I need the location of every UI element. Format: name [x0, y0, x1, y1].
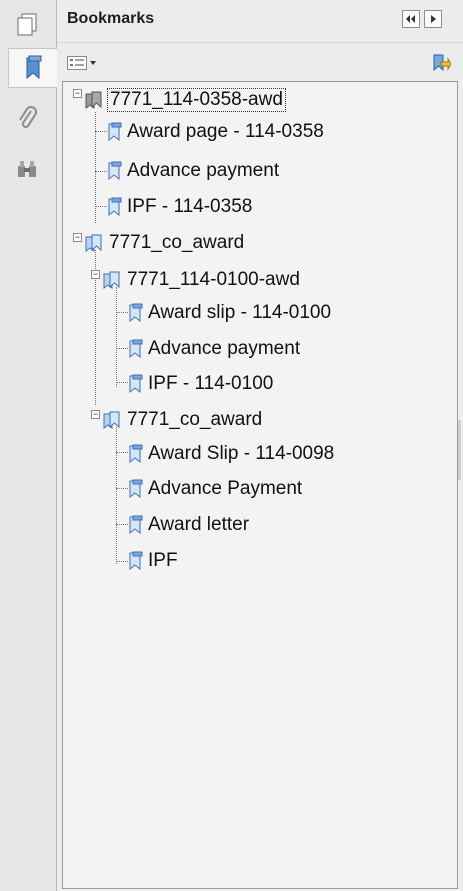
- tree-connector: [95, 171, 107, 172]
- bookmark-item-group[interactable]: 7771_114-0358-awd: [85, 84, 286, 116]
- panel-header: Bookmarks: [57, 0, 463, 43]
- bookmark-label: IPF - 114-0100: [148, 373, 274, 394]
- collapse-toggle[interactable]: −: [91, 270, 100, 279]
- bookmark-item[interactable]: IPF: [128, 545, 178, 577]
- bookmark-icon: [129, 303, 143, 323]
- bookmark-label: IPF - 114-0358: [127, 196, 253, 217]
- bookmark-icon: [129, 374, 143, 394]
- bookmark-icon: [129, 551, 143, 571]
- collapse-toggle[interactable]: −: [73, 89, 82, 98]
- panel-resize-handle[interactable]: [458, 420, 461, 480]
- bookmark-icon: [108, 122, 122, 142]
- bookmark-label: 7771_co_award: [127, 409, 263, 430]
- tree-connector: [116, 312, 128, 313]
- bookmark-icon: [108, 197, 122, 217]
- tree-connector: [116, 524, 128, 525]
- attachments-icon[interactable]: [8, 100, 46, 138]
- chevron-down-icon: [90, 61, 96, 65]
- bookmark-label: Advance Payment: [148, 478, 303, 499]
- bookmark-icon: [129, 444, 143, 464]
- bookmark-item-group[interactable]: 7771_114-0100-awd: [103, 264, 300, 296]
- new-bookmark-from-structure-icon: [433, 54, 452, 72]
- bookmark-tree: − 7771_114-0358-awd Award page - 114-035…: [62, 81, 458, 889]
- tree-connector: [116, 382, 128, 383]
- tree-connector: [116, 488, 128, 489]
- tree-connector: [116, 561, 128, 562]
- bookmark-label: Advance payment: [148, 338, 301, 359]
- collapse-panel-icon[interactable]: [402, 10, 420, 28]
- collapse-toggle[interactable]: −: [73, 233, 82, 242]
- bookmark-icon: [129, 339, 143, 359]
- bookmark-icon: [129, 515, 143, 535]
- bookmark-label: IPF: [148, 550, 178, 571]
- bookmark-item[interactable]: Advance Payment: [128, 473, 302, 505]
- panel-toolbar: [57, 43, 463, 81]
- panel-title: Bookmarks: [67, 10, 155, 27]
- tree-connector: [95, 131, 107, 132]
- new-bookmark-from-structure-button[interactable]: [431, 53, 452, 78]
- bookmark-label: Award slip - 114-0100: [148, 302, 332, 323]
- navigation-rail: [0, 0, 57, 891]
- bookmark-item[interactable]: Advance payment: [107, 155, 279, 187]
- bookmark-item-group[interactable]: 7771_co_award: [85, 227, 244, 259]
- search-binoculars-icon[interactable]: [8, 150, 46, 188]
- tree-connector: [116, 452, 128, 453]
- bookmark-icon: [129, 479, 143, 499]
- bookmark-item[interactable]: Award letter: [128, 509, 249, 541]
- bookmarks-icon[interactable]: [8, 48, 57, 88]
- bookmark-label: 7771_co_award: [109, 232, 245, 253]
- bookmark-item[interactable]: Advance payment: [128, 333, 300, 365]
- tree-connector: [95, 206, 107, 207]
- collapse-toggle[interactable]: −: [91, 410, 100, 419]
- tree-connector: [116, 287, 117, 387]
- bookmark-options-icon: [67, 56, 87, 70]
- bookmark-options-button[interactable]: [67, 55, 97, 71]
- bookmark-group-icon: [103, 271, 120, 289]
- bookmark-label: Award letter: [148, 514, 250, 535]
- bookmark-label: Award Slip - 114-0098: [148, 443, 335, 464]
- bookmark-label: 7771_114-0100-awd: [127, 269, 300, 290]
- bookmark-item[interactable]: IPF - 114-0100: [128, 368, 273, 400]
- bookmark-group-icon: [103, 411, 120, 429]
- bookmark-label: Award page - 114-0358: [127, 121, 324, 142]
- bookmark-group-icon: [85, 234, 102, 252]
- tree-connector: [116, 427, 117, 564]
- bookmark-item[interactable]: Award page - 114-0358: [107, 116, 324, 148]
- bookmark-item[interactable]: Award slip - 114-0100: [128, 297, 331, 329]
- bookmark-group-icon: [85, 91, 102, 109]
- bookmark-item[interactable]: IPF - 114-0358: [107, 191, 252, 223]
- bookmarks-panel: Bookmarks − 7771_114-0358-awd Award page…: [57, 0, 463, 891]
- bookmark-icon: [108, 161, 122, 181]
- tree-connector: [116, 348, 128, 349]
- expand-panel-icon[interactable]: [424, 10, 442, 28]
- bookmark-label: Advance payment: [127, 160, 280, 181]
- page-thumbnails-icon[interactable]: [8, 6, 46, 44]
- bookmark-item[interactable]: Award Slip - 114-0098: [128, 438, 334, 470]
- bookmark-item-group[interactable]: 7771_co_award: [103, 404, 262, 436]
- bookmark-label: 7771_114-0358-awd: [107, 88, 286, 112]
